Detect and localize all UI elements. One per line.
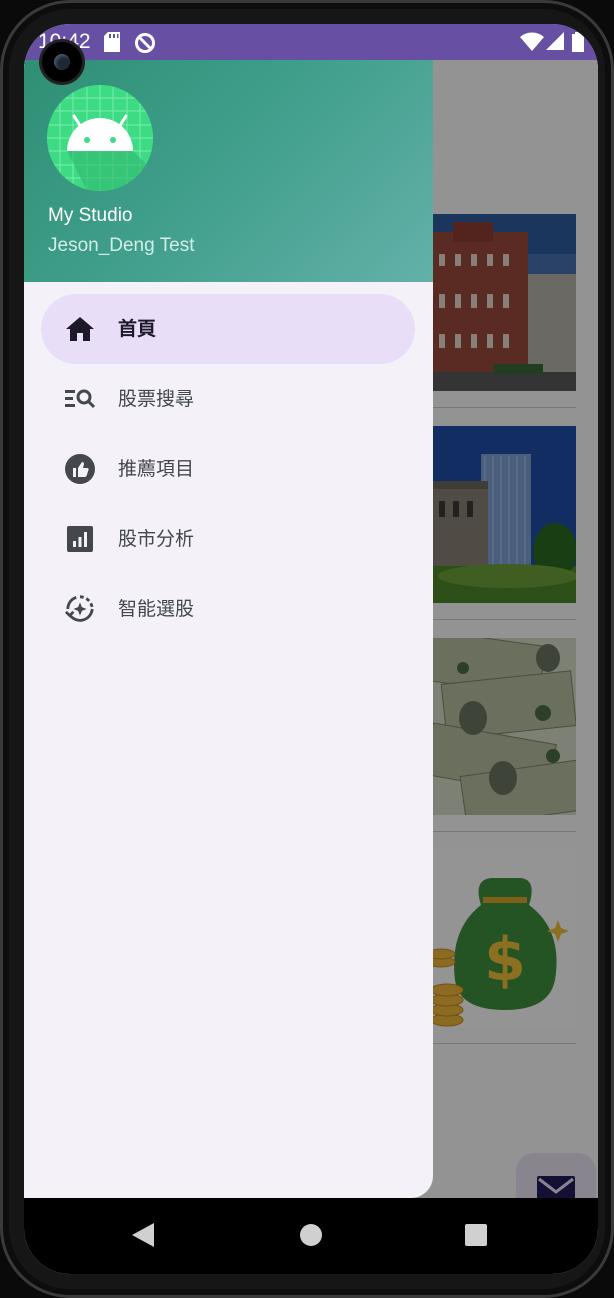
home-icon <box>65 315 95 343</box>
menu-item-stock-search[interactable]: 股票搜尋 <box>41 364 415 434</box>
auto-awesome-icon <box>65 595 95 623</box>
screen: 10:42 <box>24 24 598 1274</box>
menu-item-market-analysis[interactable]: 股市分析 <box>41 504 415 574</box>
signal-icon <box>546 32 564 54</box>
menu-item-home[interactable]: 首頁 <box>41 294 415 364</box>
menu-label: 首頁 <box>118 318 157 340</box>
drawer-header-subtitle: Jeson_Deng Test <box>48 235 195 256</box>
menu-item-smart-picks[interactable]: 智能選股 <box>41 574 415 644</box>
menu-label: 股票搜尋 <box>118 388 195 410</box>
home-circle-icon[interactable] <box>300 1224 322 1250</box>
wifi-icon <box>520 32 544 56</box>
drawer-header: My Studio Jeson_Deng Test <box>24 60 433 282</box>
sd-card-icon <box>104 32 120 56</box>
recents-icon[interactable] <box>465 1224 487 1250</box>
battery-icon <box>572 32 584 56</box>
menu-item-recommendations[interactable]: 推薦項目 <box>41 434 415 504</box>
bar-chart-icon <box>65 525 95 553</box>
android-icon <box>47 85 153 191</box>
back-icon[interactable] <box>132 1223 154 1251</box>
navigation-drawer: My Studio Jeson_Deng Test 首頁 股票搜尋 推薦項目 股… <box>24 60 433 1198</box>
system-nav-bar <box>24 1198 598 1274</box>
menu-label: 智能選股 <box>118 598 195 620</box>
thumb-up-icon <box>65 454 95 484</box>
avatar[interactable] <box>47 85 153 191</box>
menu-label: 股市分析 <box>118 528 195 550</box>
drawer-header-title: My Studio <box>48 205 133 226</box>
no-disturb-icon <box>134 32 156 58</box>
front-camera <box>42 42 82 82</box>
menu-label: 推薦項目 <box>118 458 195 480</box>
status-bar: 10:42 <box>24 24 598 60</box>
search-list-icon <box>65 385 95 413</box>
